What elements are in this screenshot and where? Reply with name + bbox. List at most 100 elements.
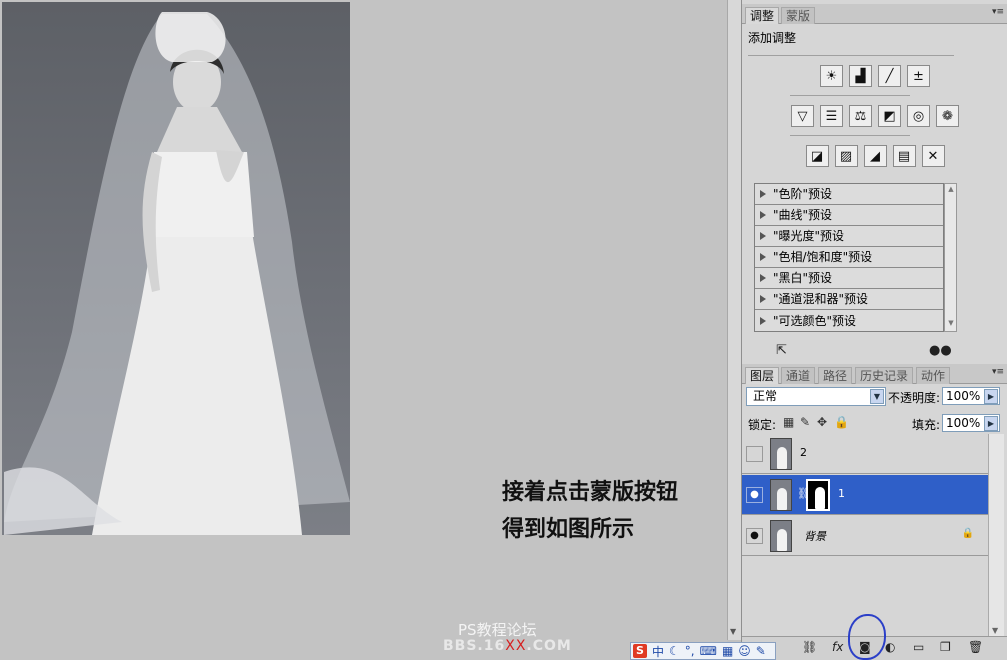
eye-icon[interactable]: ● bbox=[746, 528, 763, 544]
tab-history[interactable]: 历史记录 bbox=[855, 367, 914, 384]
right-panels: 调整 蒙版 ▾≡ 添加调整 ☀ ▟ ╱ ± ▽ ☰ ⚖ ◩ ◎ ❁ ◪ ▨ ◢ … bbox=[741, 0, 1007, 660]
bride-image bbox=[4, 12, 350, 535]
lock-position-icon[interactable]: ✥ bbox=[817, 415, 827, 429]
vibrance-icon[interactable]: ▽ bbox=[791, 105, 814, 127]
expand-triangle-icon[interactable] bbox=[760, 211, 766, 219]
expand-triangle-icon[interactable] bbox=[760, 190, 766, 198]
lock-transparency-icon[interactable]: ▦ bbox=[783, 415, 794, 429]
bride-photo[interactable] bbox=[2, 2, 350, 535]
punctuation-icon[interactable]: °, bbox=[685, 644, 695, 658]
expand-triangle-icon[interactable] bbox=[760, 316, 766, 325]
hue-saturation-icon[interactable]: ☰ bbox=[820, 105, 843, 127]
moon-icon[interactable]: ☾ bbox=[669, 644, 680, 658]
group-icon[interactable]: ▭ bbox=[913, 640, 924, 654]
presets-scrollbar[interactable]: ▲ ▼ bbox=[944, 183, 957, 332]
grid-icon[interactable]: ▦ bbox=[722, 644, 733, 658]
color-balance-icon[interactable]: ⚖ bbox=[849, 105, 872, 127]
link-layers-icon[interactable]: ⛓ bbox=[802, 640, 817, 654]
tab-layers[interactable]: 图层 bbox=[745, 367, 780, 384]
levels-icon[interactable]: ▟ bbox=[849, 65, 872, 87]
expand-triangle-icon[interactable] bbox=[760, 295, 766, 303]
layer-mask-thumbnail[interactable] bbox=[806, 479, 830, 511]
wrench-icon[interactable]: ✎ bbox=[756, 644, 766, 658]
scroll-up-icon[interactable]: ▲ bbox=[946, 185, 956, 196]
caption-line-1: 接着点击蒙版按钮 bbox=[502, 479, 679, 505]
expand-triangle-icon[interactable] bbox=[760, 274, 766, 282]
panel-menu-icon[interactable]: ▾≡ bbox=[992, 367, 1004, 377]
chevron-down-icon[interactable]: ▼ bbox=[870, 389, 884, 404]
lock-pixels-icon[interactable]: ✎ bbox=[800, 415, 810, 429]
tab-channels[interactable]: 通道 bbox=[781, 367, 816, 384]
gradient-map-icon[interactable]: ▤ bbox=[892, 145, 916, 167]
document-canvas[interactable]: 接着点击蒙版按钮 得到如图所示 PS教程论坛 BBS.16XX.COM bbox=[0, 0, 727, 660]
panel-menu-icon[interactable]: ▾≡ bbox=[992, 7, 1004, 17]
layer-row-selected[interactable]: ● ⛓ 1 bbox=[742, 475, 988, 515]
visibility-toggle[interactable] bbox=[746, 446, 763, 462]
preset-levels[interactable]: "色阶"预设 bbox=[755, 184, 943, 205]
preset-black-white[interactable]: "黑白"预设 bbox=[755, 268, 943, 289]
tab-masks[interactable]: 蒙版 bbox=[781, 7, 816, 24]
preset-label: "黑白"预设 bbox=[773, 271, 833, 285]
preset-channel-mixer[interactable]: "通道混和器"预设 bbox=[755, 289, 943, 310]
preset-selective-color[interactable]: "可选颜色"预设 bbox=[755, 310, 943, 331]
photo-filter-icon[interactable]: ◎ bbox=[907, 105, 930, 127]
clip-layer-icon[interactable]: ●● bbox=[929, 343, 952, 358]
expand-triangle-icon[interactable] bbox=[760, 253, 766, 261]
new-layer-icon[interactable]: ❐ bbox=[940, 640, 951, 654]
layers-scrollbar[interactable]: ▼ bbox=[988, 434, 1004, 637]
eye-icon[interactable]: ● bbox=[746, 487, 763, 503]
tutorial-caption: 接着点击蒙版按钮 得到如图所示 bbox=[502, 474, 678, 548]
selective-color-icon[interactable]: ✕ bbox=[921, 145, 945, 167]
black-white-icon[interactable]: ◩ bbox=[878, 105, 901, 127]
threshold-icon[interactable]: ◢ bbox=[863, 145, 887, 167]
scroll-down-icon[interactable]: ▼ bbox=[992, 626, 998, 635]
layer-row[interactable]: ● 背景 🔒 bbox=[742, 516, 988, 556]
keyboard-icon[interactable]: ⌨ bbox=[700, 644, 717, 658]
layer-name[interactable]: 2 bbox=[800, 446, 807, 459]
ime-mode[interactable]: 中 bbox=[652, 643, 664, 660]
tab-actions[interactable]: 动作 bbox=[916, 367, 951, 384]
posterize-icon[interactable]: ▨ bbox=[834, 145, 858, 167]
fill-label: 填充: bbox=[912, 418, 941, 432]
brightness-contrast-icon[interactable]: ☀ bbox=[820, 65, 843, 87]
layer-name[interactable]: 1 bbox=[838, 487, 845, 500]
blend-mode-select[interactable]: 正常 ▼ bbox=[746, 387, 886, 406]
canvas-vertical-scrollbar[interactable]: ▼ bbox=[727, 0, 741, 640]
adjust-tabbar: 调整 蒙版 ▾≡ bbox=[742, 4, 1007, 24]
adjustment-layer-icon[interactable]: ◐ bbox=[885, 640, 895, 654]
blend-mode-value: 正常 bbox=[753, 389, 778, 403]
add-mask-icon[interactable]: ◙ bbox=[859, 640, 871, 654]
channel-mixer-icon[interactable]: ❁ bbox=[936, 105, 959, 127]
sogou-logo-icon[interactable]: S bbox=[633, 644, 647, 658]
curves-icon[interactable]: ╱ bbox=[878, 65, 901, 87]
preset-label: "曝光度"预设 bbox=[773, 229, 845, 243]
ime-toolbar: S 中 ☾ °, ⌨ ▦ ☺ ✎ bbox=[630, 642, 776, 660]
opacity-field[interactable]: 100% ▶ bbox=[942, 387, 1000, 405]
expand-triangle-icon[interactable] bbox=[760, 232, 766, 240]
invert-icon[interactable]: ◪ bbox=[805, 145, 829, 167]
preset-exposure[interactable]: "曝光度"预设 bbox=[755, 226, 943, 247]
lock-all-icon[interactable]: 🔒 bbox=[834, 415, 849, 429]
layer-name[interactable]: 背景 bbox=[804, 528, 826, 544]
preset-curves[interactable]: "曲线"预设 bbox=[755, 205, 943, 226]
delete-layer-icon[interactable]: 🗑 bbox=[968, 640, 983, 654]
tab-adjustments[interactable]: 调整 bbox=[745, 7, 780, 24]
return-to-list-icon[interactable]: ⇱ bbox=[776, 343, 787, 358]
chevron-right-icon[interactable]: ▶ bbox=[984, 389, 998, 404]
watermark-url: BBS.16XX.COM bbox=[443, 638, 572, 654]
adjust-panel-title: 添加调整 bbox=[748, 31, 797, 45]
preset-hue-saturation[interactable]: "色相/饱和度"预设 bbox=[755, 247, 943, 268]
fx-icon[interactable]: fx bbox=[832, 640, 843, 654]
chevron-right-icon[interactable]: ▶ bbox=[984, 416, 998, 431]
user-icon[interactable]: ☺ bbox=[738, 644, 751, 658]
layer-thumbnail[interactable] bbox=[770, 520, 792, 552]
tab-paths[interactable]: 路径 bbox=[818, 367, 853, 384]
scroll-down-icon[interactable]: ▼ bbox=[730, 627, 736, 636]
fill-field[interactable]: 100% ▶ bbox=[942, 414, 1000, 432]
layer-row[interactable]: 2 bbox=[742, 434, 988, 474]
scroll-down-icon[interactable]: ▼ bbox=[946, 319, 956, 330]
exposure-icon[interactable]: ± bbox=[907, 65, 930, 87]
layer-thumbnail[interactable] bbox=[770, 479, 792, 511]
divider bbox=[790, 95, 910, 96]
layer-thumbnail[interactable] bbox=[770, 438, 792, 470]
